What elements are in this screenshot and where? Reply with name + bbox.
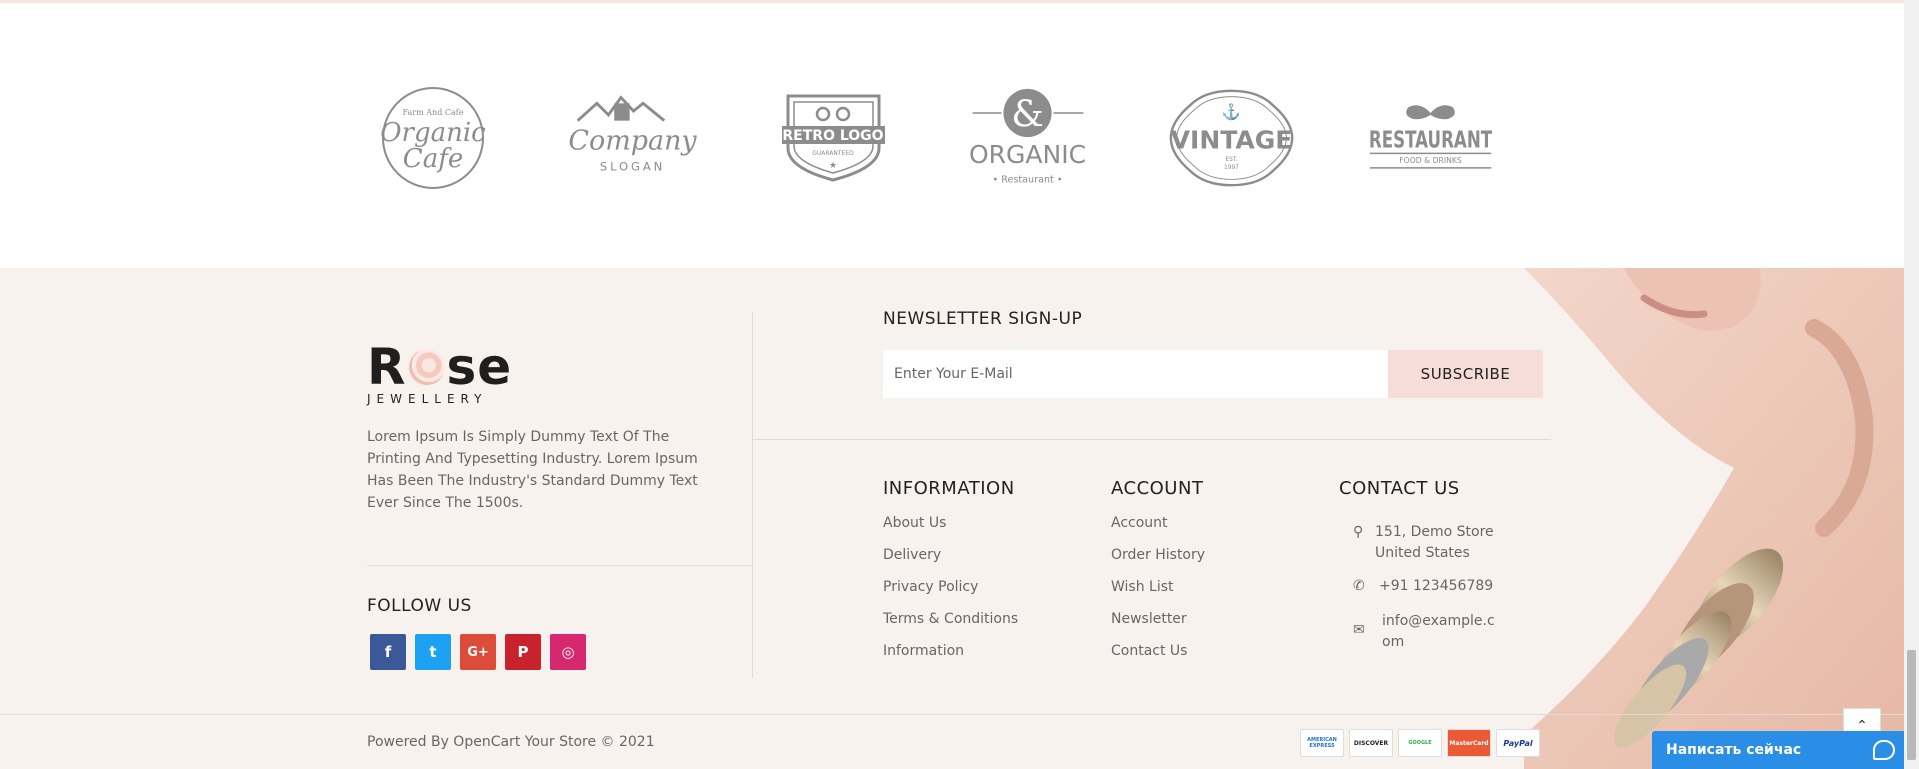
footer-link-newsletter[interactable]: Newsletter: [1111, 610, 1205, 642]
email-line[interactable]: om: [1382, 634, 1404, 650]
brand-logo-restaurant[interactable]: RESTAURANT FOOD & DRINKS: [1366, 78, 1496, 198]
model-hero-image: [1524, 268, 1904, 769]
brand-text: Company: [568, 126, 697, 157]
amex-icon: AMERICAN EXPRESS: [1300, 729, 1344, 757]
address-line: 151, Demo Store: [1375, 524, 1494, 540]
rose-icon: [408, 349, 445, 385]
brand-text: GUARANTEED: [812, 150, 854, 157]
about-text: Lorem Ipsum Is Simply Dummy Text Of The …: [367, 429, 698, 511]
envelope-icon: ✉: [1353, 622, 1365, 638]
brand-text: &: [1011, 92, 1044, 135]
copyright-text: Powered By OpenCart Your Store © 2021: [367, 734, 655, 750]
contact-email: ✉ info@example.c om: [1353, 611, 1495, 653]
section-divider: [753, 439, 1551, 440]
footer-link-contact-us[interactable]: Contact Us: [1111, 642, 1205, 674]
chat-label: Написать сейчас: [1666, 742, 1802, 758]
instagram-icon[interactable]: ◎: [550, 634, 586, 670]
facebook-icon[interactable]: f: [370, 634, 406, 670]
site-logo[interactable]: R se JEWELLERY: [367, 342, 512, 406]
brand-text: EST.: [1226, 157, 1238, 163]
email-line[interactable]: info@example.c: [1382, 613, 1495, 629]
contact-column: CONTACT US: [1339, 478, 1460, 514]
brand-carousel: Farm And Cafe Organic Cafe Company SLOGA…: [0, 3, 1904, 268]
chat-bubble-icon: [1873, 740, 1895, 760]
phone-number[interactable]: +91 123456789: [1379, 576, 1493, 597]
discover-icon: DISCOVER: [1349, 729, 1393, 757]
footer-link-wish-list[interactable]: Wish List: [1111, 578, 1205, 610]
logo-letters: se: [446, 338, 513, 396]
live-chat-widget[interactable]: Написать сейчас: [1652, 731, 1907, 769]
location-pin-icon: ⚲: [1353, 524, 1364, 540]
google-wallet-icon: GOOGLE: [1398, 729, 1442, 757]
brand-text: RETRO LOGO: [782, 128, 883, 144]
information-title: INFORMATION: [883, 478, 1015, 499]
follow-us-title: FOLLOW US: [367, 596, 472, 616]
brand-logo-vintage[interactable]: ⚓ VINTAGE EST. 1997: [1167, 78, 1297, 198]
brand-text: SLOGAN: [600, 160, 665, 174]
newsletter-email-input[interactable]: [883, 350, 1388, 398]
brand-logo-company[interactable]: Company SLOGAN: [568, 78, 698, 198]
brand-text: ORGANIC: [969, 140, 1086, 169]
subscribe-button[interactable]: SUBSCRIBE: [1388, 350, 1543, 398]
information-column: INFORMATION About Us Delivery Privacy Po…: [883, 478, 1018, 674]
brand-text: • Restaurant •: [992, 174, 1062, 185]
twitter-icon[interactable]: t: [415, 634, 451, 670]
brand-text: Farm And Cafe: [403, 108, 464, 117]
brand-text: FOOD & DRINKS: [1399, 156, 1462, 165]
footer-link-privacy-policy[interactable]: Privacy Policy: [883, 578, 1018, 610]
contact-phone: ✆ +91 123456789: [1353, 576, 1493, 597]
footer-link-account[interactable]: Account: [1111, 514, 1205, 546]
svg-text:★: ★: [828, 161, 836, 171]
social-links: f t G+ P ◎: [370, 634, 586, 670]
contact-title: CONTACT US: [1339, 478, 1460, 499]
scrollbar-thumb[interactable]: [1907, 650, 1916, 760]
google-plus-icon[interactable]: G+: [460, 634, 496, 670]
svg-text:⚓: ⚓: [1222, 102, 1241, 120]
footer-link-delivery[interactable]: Delivery: [883, 546, 1018, 578]
left-divider: [367, 565, 751, 566]
footer-link-order-history[interactable]: Order History: [1111, 546, 1205, 578]
page-scrollbar[interactable]: [1904, 0, 1919, 769]
payment-methods: AMERICAN EXPRESS DISCOVER GOOGLE MasterC…: [1300, 729, 1540, 757]
mastercard-icon: MasterCard: [1447, 729, 1491, 757]
site-footer: R se JEWELLERY Lorem Ipsum Is Simply Dum…: [0, 268, 1904, 769]
phone-icon: ✆: [1353, 578, 1365, 594]
newsletter-title: NEWSLETTER SIGN-UP: [883, 309, 1083, 329]
brand-text: Cafe: [403, 144, 463, 174]
account-column: ACCOUNT Account Order History Wish List …: [1111, 478, 1205, 674]
contact-address: ⚲ 151, Demo Store United States: [1353, 522, 1494, 564]
footer-link-terms[interactable]: Terms & Conditions: [883, 610, 1018, 642]
brand-text: RESTAURANT: [1369, 128, 1492, 154]
logo-letter: R: [367, 338, 407, 396]
brand-logo-organic-restaurant[interactable]: & ORGANIC • Restaurant •: [963, 78, 1093, 198]
account-title: ACCOUNT: [1111, 478, 1204, 499]
paypal-icon: PayPal: [1496, 729, 1540, 757]
address-line: United States: [1375, 545, 1470, 561]
footer-link-information[interactable]: Information: [883, 642, 1018, 674]
brand-text: 1997: [1224, 164, 1239, 170]
pinterest-icon[interactable]: P: [505, 634, 541, 670]
brand-logo-retro[interactable]: RETRO LOGO GUARANTEED ★: [768, 78, 898, 198]
column-divider: [752, 312, 753, 678]
brand-logo-organic-cafe[interactable]: Farm And Cafe Organic Cafe: [368, 78, 498, 198]
brand-text: VINTAGE: [1171, 125, 1293, 154]
bottom-divider: [0, 714, 1904, 715]
footer-link-about-us[interactable]: About Us: [883, 514, 1018, 546]
